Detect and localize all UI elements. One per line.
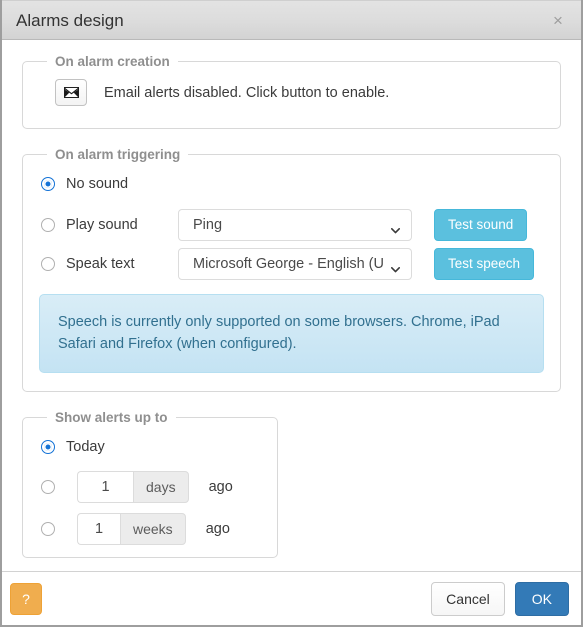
radio-row-speak-text[interactable]: Speak text Microsoft George - English (U… xyxy=(37,248,546,280)
close-icon[interactable]: × xyxy=(547,9,569,31)
radio-speak-text[interactable] xyxy=(41,257,55,271)
radio-days-ago[interactable] xyxy=(41,479,55,494)
radio-no-sound[interactable] xyxy=(41,177,55,191)
alarm-creation-group: On alarm creation Email alerts disabled.… xyxy=(22,54,561,129)
chevron-down-icon xyxy=(391,222,400,234)
alarm-creation-legend: On alarm creation xyxy=(55,54,170,69)
show-alerts-group: Show alerts up to Today days ago weeks xyxy=(22,409,278,558)
speech-support-notice: Speech is currently only supported on so… xyxy=(39,294,544,373)
email-status-text: Email alerts disabled. Click button to e… xyxy=(104,84,390,101)
show-alerts-legend: Show alerts up to xyxy=(55,409,168,425)
envelope-icon xyxy=(63,87,79,98)
alarms-design-dialog: Alarms design × On alarm creation Email … xyxy=(0,0,583,627)
radio-label-play-sound[interactable]: Play sound xyxy=(66,217,178,233)
days-unit-addon: days xyxy=(133,470,189,503)
email-toggle-button[interactable] xyxy=(55,79,87,106)
radio-row-weeks-ago[interactable]: weeks ago xyxy=(37,512,263,545)
sound-select[interactable]: Ping xyxy=(178,209,412,241)
radio-row-play-sound[interactable]: Play sound Ping Test sound xyxy=(37,209,546,241)
weeks-ago-label: ago xyxy=(205,520,230,537)
radio-label-speak-text[interactable]: Speak text xyxy=(66,256,178,272)
dialog-body: On alarm creation Email alerts disabled.… xyxy=(2,40,581,571)
dialog-titlebar: Alarms design × xyxy=(2,0,581,40)
radio-row-days-ago[interactable]: days ago xyxy=(37,470,263,503)
ok-button[interactable]: OK xyxy=(514,581,569,616)
radio-today[interactable] xyxy=(41,439,55,454)
days-ago-label: ago xyxy=(208,478,233,495)
weeks-input-group: weeks xyxy=(77,512,186,545)
weeks-value-input[interactable] xyxy=(77,512,120,545)
test-speech-button[interactable]: Test speech xyxy=(434,248,535,280)
alarm-triggering-legend: On alarm triggering xyxy=(55,147,181,162)
email-alerts-row: Email alerts disabled. Click button to e… xyxy=(37,73,546,114)
cancel-button[interactable]: Cancel xyxy=(431,581,505,616)
radio-play-sound[interactable] xyxy=(41,218,55,232)
page-title: Alarms design xyxy=(16,10,124,30)
radio-label-today[interactable]: Today xyxy=(66,439,105,455)
sound-select-value: Ping xyxy=(193,217,223,233)
speech-voice-select-value: Microsoft George - English (U xyxy=(193,256,384,272)
radio-row-today[interactable]: Today xyxy=(37,433,263,461)
days-input-group: days xyxy=(77,470,189,503)
alarm-triggering-group: On alarm triggering No sound Play sound … xyxy=(22,147,561,392)
days-value-input[interactable] xyxy=(77,470,133,503)
dialog-footer: ? Cancel OK xyxy=(2,571,581,625)
radio-row-no-sound[interactable]: No sound xyxy=(37,170,546,198)
help-button[interactable]: ? xyxy=(10,582,42,615)
radio-weeks-ago[interactable] xyxy=(41,521,55,536)
chevron-down-icon xyxy=(391,261,400,273)
weeks-unit-addon: weeks xyxy=(120,512,186,545)
radio-label-no-sound[interactable]: No sound xyxy=(66,176,178,192)
speech-voice-select[interactable]: Microsoft George - English (U xyxy=(178,248,412,280)
test-sound-button[interactable]: Test sound xyxy=(434,209,528,241)
